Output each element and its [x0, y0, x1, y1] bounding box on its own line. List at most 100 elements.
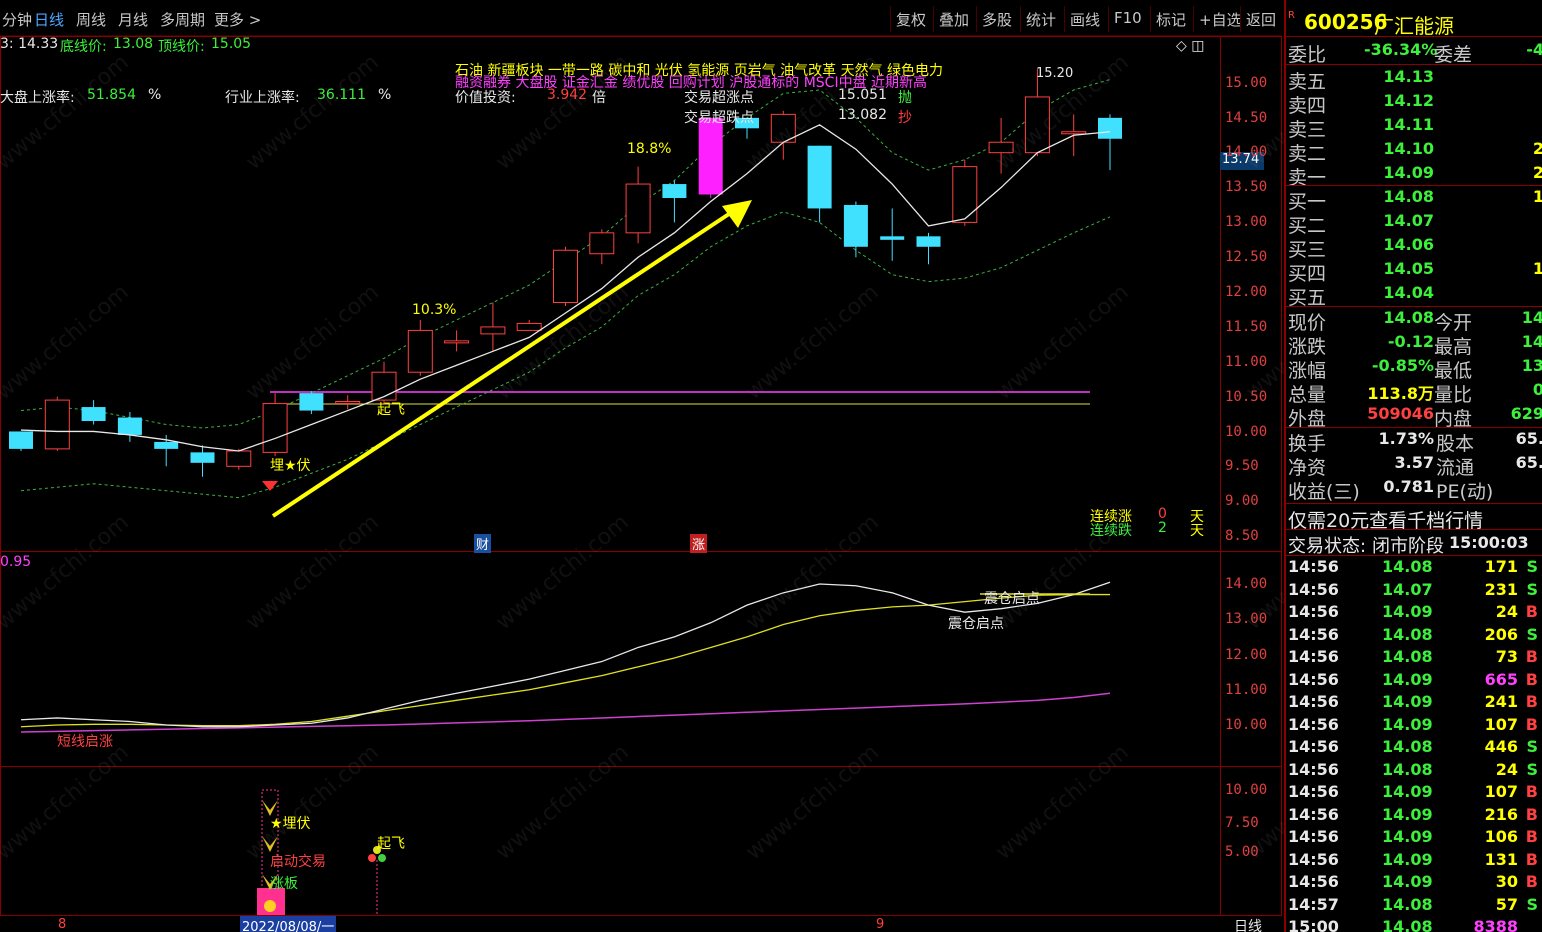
tick-price: 14.09 — [1382, 849, 1433, 869]
candle-body[interactable] — [44, 399, 70, 450]
candle-body[interactable] — [299, 393, 324, 411]
tick-time: 14:56 — [1288, 602, 1339, 621]
order-book-volume: 2 — [1532, 139, 1542, 158]
candle-body[interactable] — [516, 322, 542, 331]
quote-label: 涨跌 — [1288, 336, 1327, 358]
takeoff-dot-icon — [368, 854, 376, 862]
candle-body[interactable] — [1061, 131, 1087, 135]
tick-side: S — [1526, 624, 1538, 644]
tick-row: 14:56 14.09 241 B — [1288, 692, 1542, 714]
candle-body[interactable] — [988, 141, 1014, 154]
coin-icon — [264, 900, 276, 912]
candle-body[interactable] — [662, 184, 687, 198]
tick-row: 14:56 14.08 24 S — [1288, 760, 1542, 782]
price-axis-tick: 9.00 — [1225, 493, 1259, 509]
start-trade-label: 启动交易 — [270, 854, 326, 870]
order-book-level: 卖五 — [1288, 71, 1327, 93]
tick-price: 14.07 — [1382, 579, 1433, 599]
tick-time: 14:56 — [1288, 782, 1339, 801]
candle-body[interactable] — [190, 452, 215, 463]
order-book-level: 卖三 — [1288, 119, 1327, 141]
candle-body[interactable] — [625, 183, 651, 234]
tick-volume: 231 — [1484, 579, 1518, 599]
tick-side: S — [1526, 579, 1538, 599]
order-book-price: 14.12 — [1383, 91, 1434, 110]
tick-side: B — [1525, 714, 1538, 734]
candle-body[interactable] — [880, 236, 905, 240]
tick-side: B — [1525, 827, 1538, 846]
fundamental-label-2: 股本 — [1436, 433, 1475, 455]
settings-icon[interactable]: ◇ ◫ — [1176, 38, 1204, 54]
tick-side: S — [1526, 737, 1538, 756]
tick-time: 14:56 — [1288, 669, 1339, 689]
order-book-level: 买一 — [1288, 191, 1327, 213]
chart-canvas[interactable] — [0, 0, 1282, 932]
tick-row: 14:56 14.09 107 B — [1288, 782, 1542, 804]
oversold-action: 抄 — [898, 110, 912, 126]
limit-board-label: 涨板 — [270, 876, 298, 892]
tick-volume: 57 — [1495, 894, 1518, 914]
x-axis-month-8: 8 — [58, 917, 67, 932]
indicator-yellow-line — [20, 593, 1110, 728]
tick-row: 14:57 14.08 57 S — [1288, 895, 1542, 917]
price-axis-tick: 15.00 — [1225, 75, 1268, 91]
candle-body[interactable] — [553, 249, 578, 304]
candle-body[interactable] — [589, 232, 615, 255]
candle-body[interactable] — [407, 329, 433, 373]
candle-body[interactable] — [1098, 117, 1122, 139]
order-book-price: 14.04 — [1383, 283, 1434, 302]
candle-body[interactable] — [226, 450, 252, 467]
tick-price: 14.09 — [1382, 669, 1433, 689]
industry-rise-value: 36.111 — [317, 87, 366, 103]
candle-body[interactable] — [81, 407, 106, 422]
fundamental-value-2: 65. — [1515, 453, 1542, 472]
order-book-row: 买三 14.06 — [1288, 235, 1542, 261]
tick-row: 14:56 14.08 206 S — [1288, 625, 1542, 647]
tick-volume: 30 — [1495, 872, 1518, 891]
tick-price: 14.08 — [1382, 624, 1433, 644]
ma-value: 3: 14.33 — [0, 36, 59, 52]
price-axis-tick: 10.00 — [1225, 424, 1268, 440]
price-axis-tick: 9.50 — [1225, 458, 1259, 474]
candle-body[interactable] — [154, 441, 179, 449]
candle-body[interactable] — [117, 417, 142, 435]
price-axis-tick: 14.00 — [1225, 144, 1268, 160]
quote-value-2: 13 — [1521, 356, 1542, 375]
price-axis-tick: 10.50 — [1225, 389, 1268, 405]
candle-body[interactable] — [444, 340, 470, 344]
candle-body[interactable] — [916, 236, 941, 247]
quote-value-2: 0 — [1532, 380, 1542, 399]
order-book-row: 卖三 14.11 — [1288, 115, 1542, 141]
limit-up-marker[interactable]: 涨 — [690, 534, 708, 553]
order-book-level: 买四 — [1288, 263, 1327, 285]
tick-row: 14:56 14.08 446 S — [1288, 737, 1542, 759]
candle-body[interactable] — [9, 431, 33, 449]
candle-body[interactable] — [843, 204, 868, 247]
order-book-price: 14.13 — [1383, 67, 1434, 86]
candle-body[interactable] — [807, 145, 832, 209]
tick-volume: 24 — [1495, 759, 1518, 779]
fundamental-value: 3.57 — [1394, 453, 1434, 472]
tick-time: 14:56 — [1288, 714, 1339, 734]
value-invest-value: 3.942 — [547, 87, 588, 103]
bid-ask-ratio-row: 委比 -36.34% 委差 -4 — [1288, 40, 1542, 66]
market-rise-label: 大盘上涨率: — [0, 90, 75, 106]
butterfly-icon — [262, 836, 278, 852]
candle-body[interactable] — [480, 326, 506, 335]
candle-body[interactable] — [1024, 96, 1050, 154]
tick-row: 14:56 14.09 107 B — [1288, 715, 1542, 737]
order-book-row: 卖二 14.10 2 — [1288, 139, 1542, 165]
candle-body[interactable] — [698, 117, 723, 195]
quote-value: 14.08 — [1383, 308, 1434, 327]
tick-time: 14:56 — [1288, 624, 1339, 644]
x-axis-month-9: 9 — [876, 917, 885, 932]
indicator-axis-tick: 12.00 — [1225, 647, 1268, 663]
finance-marker[interactable]: 财 — [474, 534, 492, 553]
candle-body[interactable] — [262, 403, 288, 453]
candle-body[interactable] — [335, 400, 361, 404]
consecutive-down-value: 2 — [1158, 520, 1167, 536]
top-line-label: 顶线价: — [158, 39, 205, 55]
tick-time: 14:56 — [1288, 692, 1339, 711]
period-label[interactable]: 日线 — [1234, 916, 1262, 932]
candle-body[interactable] — [952, 166, 978, 223]
